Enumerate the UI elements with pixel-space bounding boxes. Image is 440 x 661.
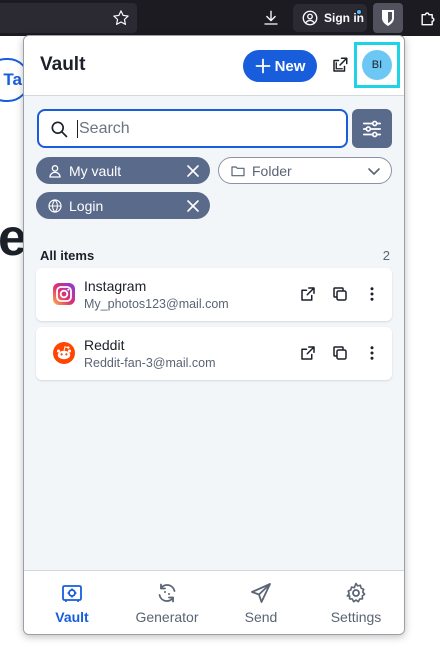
new-button-label: New <box>274 57 306 75</box>
puzzle-icon[interactable] <box>416 6 440 30</box>
page-title: Vault <box>40 54 86 75</box>
globe-icon <box>48 198 62 213</box>
user-icon <box>49 164 61 178</box>
tab-vault[interactable]: Vault <box>30 581 114 625</box>
search-icon <box>51 121 68 137</box>
items-count: 2 <box>382 248 390 263</box>
bitwarden-shield-icon <box>382 10 394 26</box>
tab-label: Generator <box>135 609 199 625</box>
folder-filter-chip[interactable]: Folder <box>218 157 392 184</box>
search-placeholder: Search <box>77 119 130 138</box>
star-icon[interactable] <box>109 6 133 30</box>
type-filter-chip[interactable]: Login <box>36 192 210 219</box>
account-avatar-highlight[interactable]: BI <box>354 42 400 88</box>
sign-in-button[interactable]: Sign in <box>293 4 367 32</box>
plus-icon <box>255 58 270 74</box>
list-item[interactable]: Instagram My_photos123@mail.com <box>36 268 392 321</box>
browser-toolbar: Sign in <box>0 0 440 36</box>
bitwarden-popup: Vault New BI Search My vault Folder Logi… <box>23 35 405 635</box>
tab-label: Vault <box>55 609 89 625</box>
vault-filter-label: My vault <box>69 162 122 179</box>
reddit-icon <box>52 341 76 365</box>
section-title: All items <box>40 248 95 263</box>
more-options-icon[interactable] <box>362 284 382 304</box>
tab-settings[interactable]: Settings <box>314 581 398 625</box>
new-item-button[interactable]: New <box>243 50 317 82</box>
gear-icon <box>346 582 366 603</box>
tab-label: Settings <box>330 609 382 625</box>
item-username: My_photos123@mail.com <box>84 297 229 311</box>
item-name: Instagram <box>84 278 147 294</box>
bitwarden-extension-button[interactable] <box>373 3 403 33</box>
instagram-icon <box>52 282 76 306</box>
folder-icon <box>231 165 245 176</box>
type-filter-label: Login <box>69 197 104 214</box>
launch-icon[interactable] <box>298 284 318 304</box>
filter-toggle-button[interactable] <box>352 109 392 148</box>
item-username: Reddit-fan-3@mail.com <box>84 356 216 370</box>
copy-icon[interactable] <box>330 284 350 304</box>
launch-icon[interactable] <box>298 343 318 363</box>
avatar[interactable]: BI <box>362 50 392 80</box>
sliders-icon <box>362 120 382 137</box>
account-circle-icon <box>302 10 318 26</box>
list-item[interactable]: Reddit Reddit-fan-3@mail.com <box>36 327 392 380</box>
generator-icon <box>158 583 176 603</box>
send-icon <box>251 583 271 603</box>
vault-filter-chip[interactable]: My vault <box>36 157 210 184</box>
copy-icon[interactable] <box>330 343 350 363</box>
download-icon[interactable] <box>259 6 283 30</box>
close-icon[interactable] <box>186 164 200 178</box>
popout-icon[interactable] <box>329 54 351 76</box>
notification-dot <box>356 9 362 15</box>
tab-generator[interactable]: Generator <box>125 581 209 625</box>
popup-header: Vault New BI <box>24 36 404 96</box>
close-icon[interactable] <box>186 199 200 213</box>
search-input[interactable]: Search <box>37 109 348 148</box>
tab-label: Send <box>244 609 278 625</box>
items-section-header: All items 2 <box>40 248 390 263</box>
chevron-down-icon <box>368 167 380 175</box>
bottom-nav: Vault Generator Send Settings <box>24 570 404 634</box>
folder-filter-label: Folder <box>252 162 292 179</box>
more-options-icon[interactable] <box>362 343 382 363</box>
vault-icon <box>62 585 82 602</box>
item-name: Reddit <box>84 337 125 353</box>
tab-send[interactable]: Send <box>219 581 303 625</box>
